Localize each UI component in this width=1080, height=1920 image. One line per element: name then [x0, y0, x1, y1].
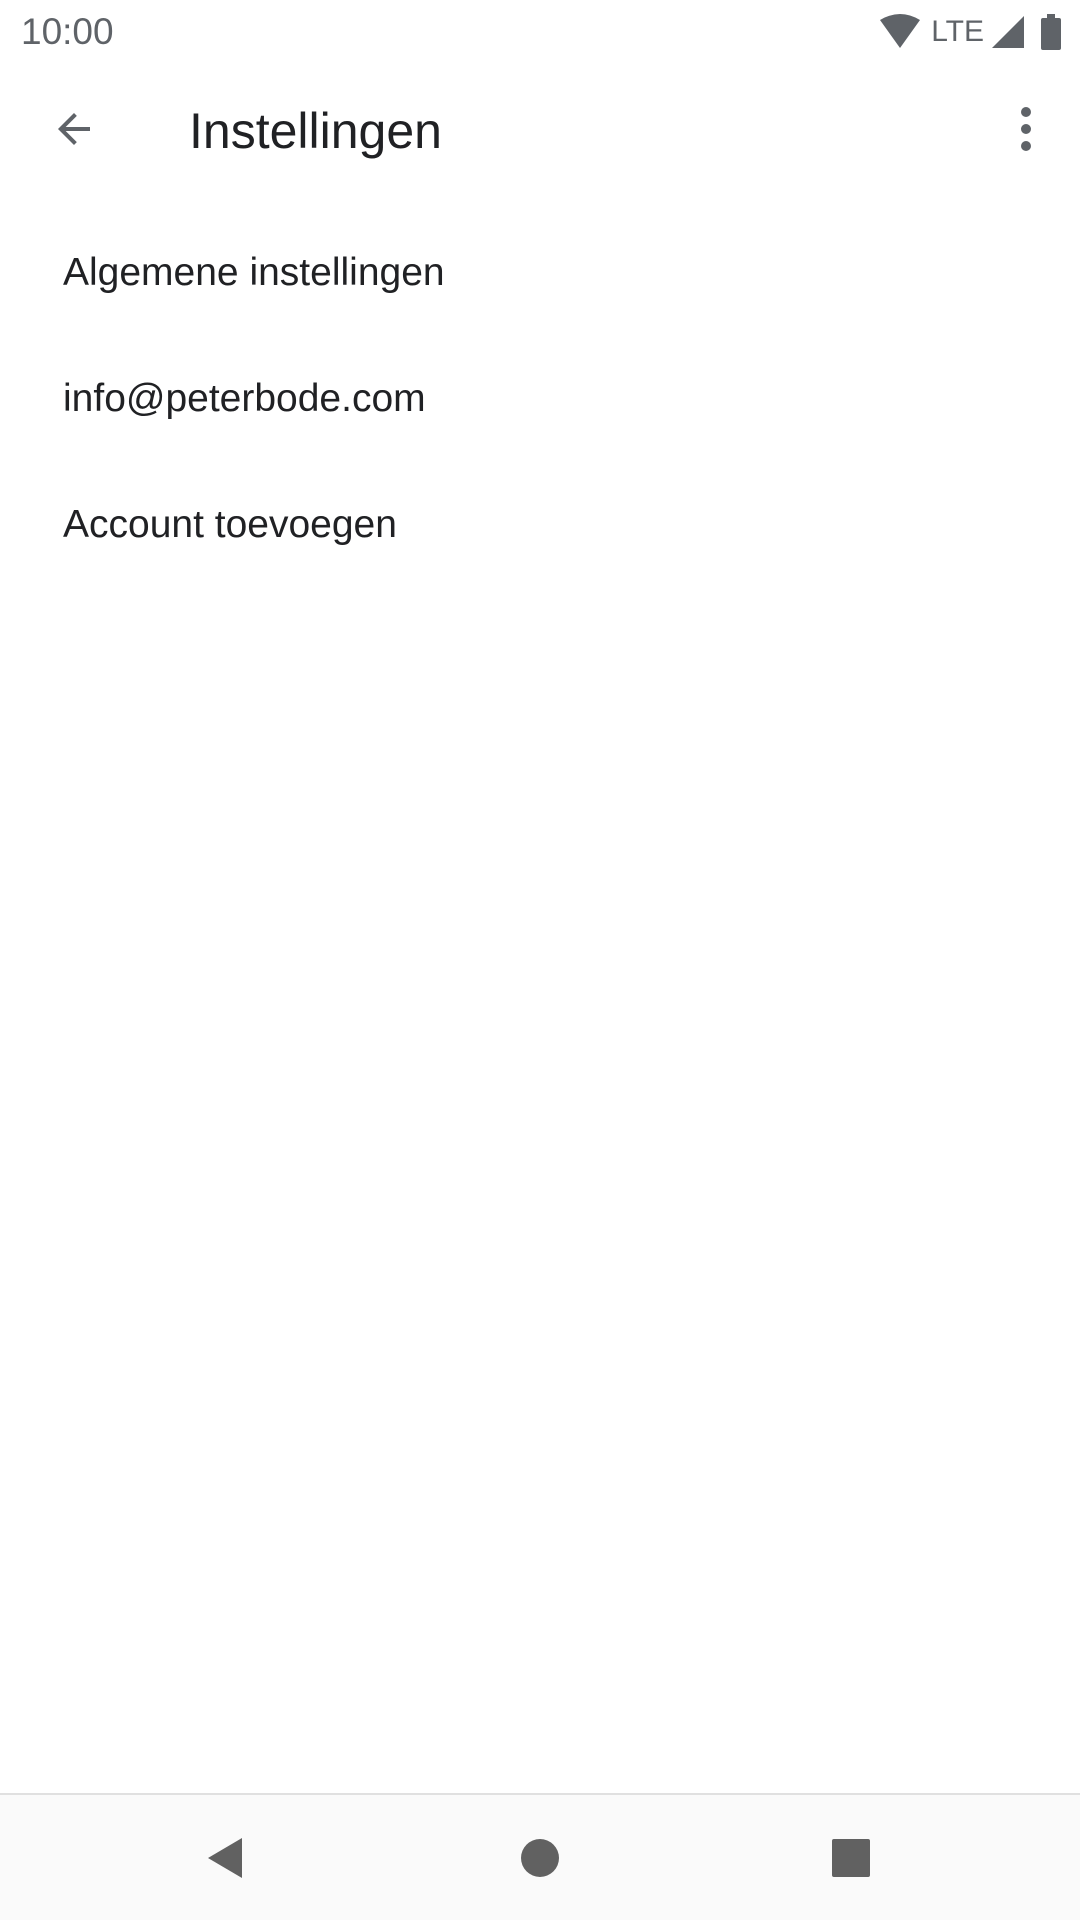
status-time: 10:00	[21, 11, 114, 52]
settings-list: Algemene instellingen info@peterbode.com…	[0, 210, 1080, 588]
nav-back-icon	[208, 1838, 242, 1878]
settings-item-add-account[interactable]: Account toevoegen	[0, 462, 1080, 588]
more-options-button[interactable]	[986, 89, 1066, 169]
status-icons: LTE	[879, 12, 1062, 52]
nav-recents-button[interactable]	[806, 1813, 896, 1903]
network-type-label: LTE	[931, 15, 984, 48]
system-nav-bar	[0, 1793, 1080, 1920]
arrow-back-icon	[58, 113, 90, 145]
nav-recents-icon	[832, 1839, 870, 1877]
battery-icon	[1041, 14, 1061, 50]
settings-item-label: Algemene instellingen	[63, 251, 445, 294]
nav-home-icon	[521, 1839, 559, 1877]
more-vert-icon	[1021, 107, 1031, 151]
settings-item-label: Account toevoegen	[63, 503, 397, 546]
settings-item-general[interactable]: Algemene instellingen	[0, 210, 1080, 336]
settings-item-label: info@peterbode.com	[63, 377, 426, 420]
nav-home-button[interactable]	[495, 1813, 585, 1903]
settings-item-account[interactable]: info@peterbode.com	[0, 336, 1080, 462]
app-bar: Instellingen	[0, 63, 1080, 210]
signal-icon	[992, 16, 1024, 48]
status-bar: 10:00 LTE	[0, 0, 1080, 63]
nav-back-button[interactable]	[181, 1813, 271, 1903]
back-button[interactable]	[34, 89, 114, 169]
wifi-icon	[880, 14, 921, 48]
page-title: Instellingen	[189, 103, 442, 159]
